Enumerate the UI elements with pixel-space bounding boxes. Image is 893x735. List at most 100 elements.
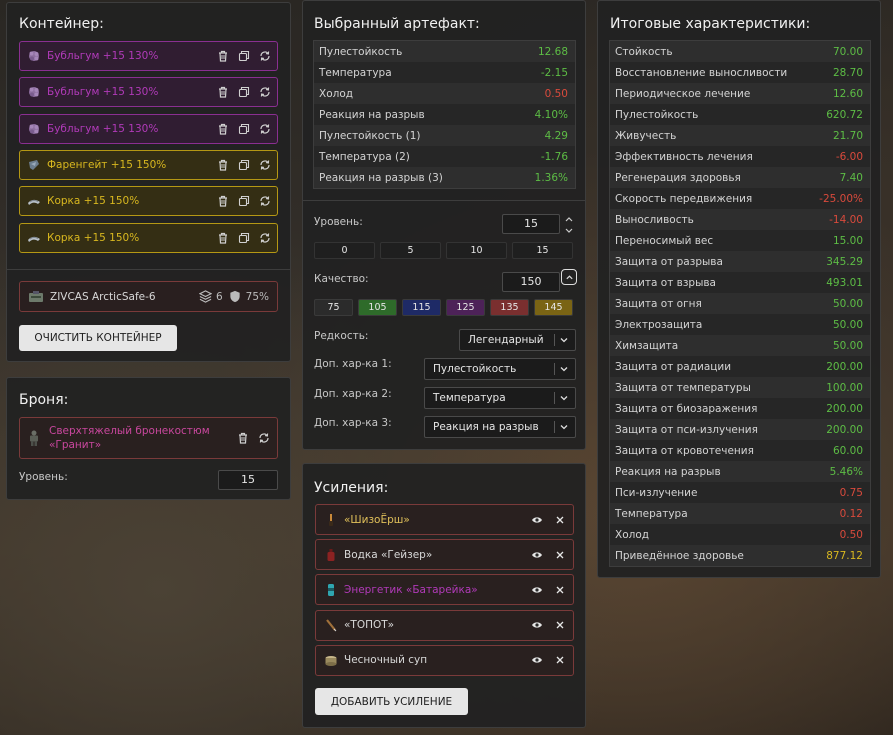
container-item[interactable]: Бубльгум +15 130% [19, 77, 278, 108]
extra2-select[interactable]: Температура [424, 387, 576, 409]
stat-row: Живучесть 21.70 [610, 125, 870, 146]
boost-item[interactable]: Чесночный суп [315, 644, 574, 676]
boost-item-actions [530, 653, 567, 667]
trash-icon[interactable] [216, 158, 230, 172]
container-item[interactable]: Фаренгейт +15 150% [19, 149, 278, 180]
refresh-icon[interactable] [258, 231, 272, 245]
container-item[interactable]: Бубльгум +15 130% [19, 41, 278, 71]
stat-value: 620.72 [826, 108, 863, 121]
container-item[interactable]: Корка +15 150% [19, 222, 278, 253]
stat-row: Пулестойкость 620.72 [610, 104, 870, 125]
copy-icon[interactable] [237, 231, 251, 245]
copy-icon[interactable] [237, 194, 251, 208]
quality-preset-button[interactable]: 125 [446, 299, 485, 316]
stat-row: Химзащита 50.00 [610, 335, 870, 356]
stat-name: Защита от радиации [615, 360, 732, 373]
boost-item-label: Водка «Гейзер» [344, 548, 433, 561]
stat-name: Защита от кровотечения [615, 444, 754, 457]
stat-value: 12.60 [832, 87, 863, 100]
close-icon[interactable] [553, 653, 567, 667]
artifact-level-input[interactable]: 15 [502, 214, 560, 234]
refresh-icon[interactable] [258, 122, 272, 136]
copy-icon[interactable] [237, 158, 251, 172]
extra3-select[interactable]: Реакция на разрыв [424, 416, 576, 438]
level-preset-button[interactable]: 10 [446, 242, 507, 259]
boost-item[interactable]: Водка «Гейзер» [315, 539, 574, 571]
container-title: Контейнер: [19, 16, 104, 32]
stat-name: Приведённое здоровье [615, 549, 744, 562]
refresh-icon[interactable] [258, 158, 272, 172]
eye-icon[interactable] [530, 653, 544, 667]
refresh-icon[interactable] [258, 49, 272, 63]
eye-icon[interactable] [530, 583, 544, 597]
refresh-icon[interactable] [258, 194, 272, 208]
trash-icon[interactable] [216, 231, 230, 245]
copy-icon[interactable] [237, 85, 251, 99]
refresh-icon[interactable] [258, 85, 272, 99]
boost-item[interactable]: «ШизоЁрш» [315, 504, 574, 535]
stat-row: Температура (2) -1.76 [314, 146, 575, 167]
level-stepper[interactable] [564, 215, 574, 235]
bubblegum-artifact-icon [27, 85, 41, 99]
stat-name: Температура [319, 66, 392, 79]
close-icon[interactable] [553, 583, 567, 597]
quality-preset-button[interactable]: 135 [490, 299, 529, 316]
close-icon[interactable] [553, 548, 567, 562]
stat-value: 1.36% [534, 171, 568, 184]
trash-icon[interactable] [216, 194, 230, 208]
stat-value: 100.00 [826, 381, 863, 394]
extra1-select[interactable]: Пулестойкость [424, 358, 576, 380]
stat-name: Регенерация здоровья [615, 171, 741, 184]
stat-name: Периодическое лечение [615, 87, 751, 100]
armor-item[interactable]: Сверхтяжелый бронекостюм «Гранит» [19, 417, 278, 459]
stat-value: -25.00% [819, 192, 863, 205]
stat-row: Скорость передвижения -25.00% [610, 188, 870, 209]
stat-name: Защита от температуры [615, 381, 751, 394]
container-panel: Контейнер: Бубльгум +15 130% Бубльгум +15… [6, 2, 291, 362]
level-preset-button[interactable]: 0 [314, 242, 375, 259]
stat-name: Живучесть [615, 129, 677, 142]
boost-item[interactable]: «ТОПОТ» [315, 609, 574, 641]
chevron-down-icon [560, 425, 568, 430]
copy-icon[interactable] [237, 122, 251, 136]
boosts-title: Усиления: [314, 480, 389, 496]
container-item[interactable]: Бубльгум +15 130% [19, 113, 278, 144]
boost-item-actions [530, 513, 567, 527]
quality-preset-button[interactable]: 115 [402, 299, 441, 316]
container-item-actions [216, 49, 272, 63]
trash-icon[interactable] [216, 49, 230, 63]
clear-container-button[interactable]: ОЧИСТИТЬ КОНТЕЙНЕР [19, 325, 177, 351]
eye-icon[interactable] [530, 618, 544, 632]
extra1-label: Доп. хар-ка 1: [314, 358, 392, 370]
close-icon[interactable] [553, 513, 567, 527]
trash-icon[interactable] [236, 431, 250, 445]
quality-preset-button[interactable]: 105 [358, 299, 397, 316]
trash-icon[interactable] [216, 122, 230, 136]
stat-name: Реакция на разрыв (3) [319, 171, 443, 184]
add-boost-button[interactable]: ДОБАВИТЬ УСИЛЕНИЕ [315, 688, 468, 715]
stat-name: Реакция на разрыв [615, 465, 721, 478]
quality-preset-button[interactable]: 145 [534, 299, 573, 316]
quality-preset-button[interactable]: 75 [314, 299, 353, 316]
container-case[interactable]: ZIVCAS ArcticSafe-6 6 75% [19, 281, 278, 312]
eye-icon[interactable] [530, 513, 544, 527]
refresh-icon[interactable] [257, 431, 271, 445]
trash-icon[interactable] [216, 85, 230, 99]
artifact-divider [303, 200, 585, 201]
rarity-select[interactable]: Легендарный [459, 329, 576, 351]
armor-level-input[interactable]: 15 [218, 470, 278, 490]
artifact-quality-input[interactable]: 150 [502, 272, 560, 292]
stat-value: 4.29 [544, 129, 568, 142]
extra2-label: Доп. хар-ка 2: [314, 388, 392, 400]
extra1-value: Пулестойкость [433, 363, 517, 375]
eye-icon[interactable] [530, 548, 544, 562]
level-preset-button[interactable]: 5 [380, 242, 441, 259]
container-item[interactable]: Корка +15 150% [19, 186, 278, 217]
copy-icon[interactable] [237, 49, 251, 63]
boost-item-actions [530, 583, 567, 597]
stat-value: 0.50 [544, 87, 568, 100]
level-preset-button[interactable]: 15 [512, 242, 573, 259]
boost-item[interactable]: Энергетик «Батарейка» [315, 574, 574, 606]
close-icon[interactable] [553, 618, 567, 632]
quality-stepper[interactable] [561, 269, 577, 285]
